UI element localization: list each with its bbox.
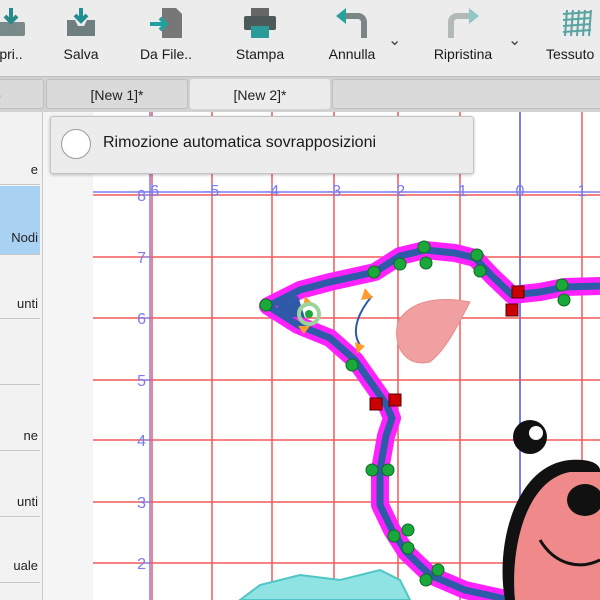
document-tab-bar: o [New 1]* [New 2]* <box>0 76 600 113</box>
node[interactable] <box>470 248 484 262</box>
node[interactable] <box>419 256 433 270</box>
tool-item-nodes[interactable]: Nodi <box>0 230 40 245</box>
node[interactable] <box>401 523 415 537</box>
import-button[interactable]: pri.. <box>0 0 36 76</box>
node[interactable] <box>417 240 431 254</box>
node[interactable] <box>367 265 381 279</box>
eye-shape <box>513 420 547 454</box>
node[interactable] <box>473 264 487 278</box>
tool-item-points-2[interactable]: unti <box>0 494 40 509</box>
ruler-y-label: 6 <box>137 311 146 328</box>
redo-dropdown-chevron-icon[interactable]: ⌄ <box>508 30 521 50</box>
panel-divider <box>0 318 40 319</box>
tab-new-2[interactable]: [New 2]* <box>190 79 330 109</box>
bezier-handle-line <box>354 295 373 346</box>
ruler-y-label: 3 <box>137 495 146 512</box>
ruler-y-label: 8 <box>137 188 146 205</box>
node[interactable] <box>557 293 571 307</box>
collar-shape <box>238 568 412 600</box>
tab-empty-area <box>332 79 600 109</box>
node[interactable] <box>401 541 415 555</box>
print-button[interactable]: Stampa <box>226 0 294 76</box>
panel-divider <box>0 184 40 185</box>
save-icon <box>67 8 95 36</box>
tab-new-1[interactable]: [New 1]* <box>46 79 188 109</box>
undo-button[interactable]: Annulla <box>320 0 384 76</box>
print-button-label: Stampa <box>235 46 285 62</box>
save-button-label: Salva <box>63 46 99 62</box>
node[interactable] <box>259 298 273 312</box>
node[interactable] <box>387 529 401 543</box>
canvas-drawing: -6 -5 -4 -3 -2 -1 0 1 8765432 <box>43 112 600 600</box>
tool-item-manual[interactable]: uale <box>0 558 40 573</box>
panel-divider <box>0 384 40 385</box>
corner-node[interactable] <box>505 303 519 317</box>
undo-icon <box>336 8 367 38</box>
import-button-label: pri.. <box>0 46 23 62</box>
eye-highlight <box>529 426 543 440</box>
auto-overlap-removal-option[interactable]: Rimozione automatica sovrapposizioni <box>50 116 474 174</box>
ruler-y-labels: 8 7 6 5 4 3 2 <box>137 188 150 573</box>
fabric-button-label: Tessuto <box>546 46 595 62</box>
panel-divider <box>0 582 40 583</box>
node[interactable] <box>381 463 395 477</box>
fabric-icon <box>562 9 592 37</box>
tool-item-points[interactable]: unti <box>0 296 40 311</box>
corner-node[interactable] <box>511 285 525 299</box>
design-canvas[interactable]: -6 -5 -4 -3 -2 -1 0 1 8765432 <box>43 112 600 600</box>
redo-button[interactable]: Ripristina <box>424 0 502 76</box>
ruler-y-label: 2 <box>137 556 146 573</box>
node[interactable] <box>393 257 407 271</box>
ear-shape <box>396 299 471 364</box>
print-icon <box>244 8 276 38</box>
corner-node[interactable] <box>369 397 383 411</box>
undo-button-label: Annulla <box>328 46 376 62</box>
from-file-icon <box>150 8 182 38</box>
redo-icon <box>448 8 479 38</box>
save-button[interactable]: Salva <box>56 0 106 76</box>
auto-overlap-radio[interactable] <box>61 129 91 159</box>
node[interactable] <box>431 563 445 577</box>
node[interactable] <box>365 463 379 477</box>
main-toolbar: pri.. Salva Da File.. Stampa Annulla ⌄ R… <box>0 0 600 76</box>
tool-item-4[interactable]: ne <box>0 428 40 443</box>
selected-node[interactable] <box>305 310 313 318</box>
handle-point-upper[interactable] <box>361 288 373 300</box>
panel-divider <box>0 450 40 451</box>
panel-divider <box>0 516 40 517</box>
from-file-button-label: Da File.. <box>139 46 193 62</box>
ruler-y-label: 4 <box>137 433 146 450</box>
ruler-y-label: 7 <box>137 250 146 267</box>
node[interactable] <box>345 358 359 372</box>
corner-node[interactable] <box>388 393 402 407</box>
tab-other[interactable]: o <box>0 79 44 109</box>
undo-dropdown-chevron-icon[interactable]: ⌄ <box>388 30 401 50</box>
left-tool-panel: e Nodi unti ne unti uale <box>0 112 43 600</box>
from-file-button[interactable]: Da File.. <box>130 0 202 76</box>
tool-item-1[interactable]: e <box>0 162 40 177</box>
canvas-margin <box>43 112 93 600</box>
redo-button-label: Ripristina <box>433 46 493 62</box>
node[interactable] <box>555 278 569 292</box>
fabric-button[interactable]: Tessuto <box>542 0 600 76</box>
auto-overlap-label: Rimozione automatica sovrapposizioni <box>103 134 377 151</box>
ruler-y-label: 5 <box>137 373 146 390</box>
import-icon <box>0 8 25 36</box>
node[interactable] <box>419 573 433 587</box>
panel-divider <box>0 254 40 255</box>
